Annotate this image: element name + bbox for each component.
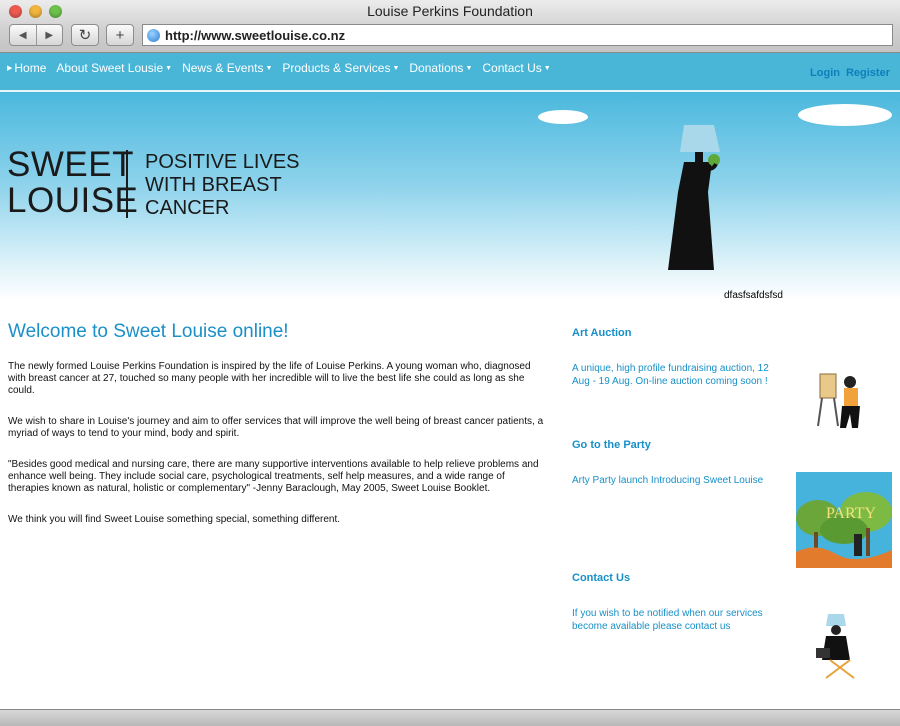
tagline-line: WITH BREAST	[145, 174, 282, 196]
hero-caption: dfasfsafdsfsd	[724, 290, 783, 301]
page-title: Welcome to Sweet Louise online!	[8, 321, 289, 342]
register-link[interactable]: Register	[846, 67, 890, 79]
address-bar[interactable]: http://www.sweetlouise.co.nz	[142, 24, 893, 46]
quote-paragraph: "Besides good medical and nursing care, …	[8, 459, 539, 494]
forward-button[interactable]: ▶	[35, 25, 63, 45]
nav-label: Contact Us	[482, 61, 542, 75]
caret-down-icon: ▼	[465, 65, 473, 72]
add-bookmark-button[interactable]: +	[106, 24, 134, 46]
address-text: http://www.sweetlouise.co.nz	[165, 27, 346, 43]
logo-word-louise: LOUISE	[7, 181, 139, 220]
caret-down-icon: ▼	[165, 65, 173, 72]
hero-banner: SWEET LOUISE POSITIVE LIVES WITH BREAST …	[0, 92, 900, 300]
reload-button[interactable]: ↻	[71, 24, 99, 46]
laptop-woman-illustration	[816, 614, 855, 679]
party-poster-image[interactable]: PARTY	[796, 472, 892, 568]
site-nav-bar: ▶ Home About Sweet Lousie ▼ News & Events ▼…	[0, 53, 900, 90]
window-title: Louise Perkins Foundation	[367, 3, 533, 19]
window-bottom-bar	[0, 709, 900, 726]
nav-label: Donations	[409, 61, 464, 75]
nav-label: News & Events	[182, 61, 264, 75]
nav-item-donations[interactable]: Donations ▼	[409, 61, 472, 75]
nav-item-contact[interactable]: Contact Us ▼	[482, 61, 550, 75]
party-text[interactable]: Arty Party launch Introducing Sweet Loui…	[572, 474, 782, 487]
art-auction-heading[interactable]: Art Auction	[572, 327, 631, 339]
globe-icon	[147, 28, 160, 42]
nav-item-news[interactable]: News & Events ▼	[182, 61, 272, 75]
art-auction-text[interactable]: A unique, high profile fundraising aucti…	[572, 362, 782, 388]
caret-down-icon: ▼	[543, 65, 551, 72]
back-button[interactable]: ◀	[10, 25, 36, 45]
logo-divider	[126, 150, 128, 218]
caret-down-icon: ▼	[265, 65, 273, 72]
contact-heading[interactable]: Contact Us	[572, 572, 630, 584]
intro-paragraph: The newly formed Louise Perkins Foundati…	[8, 361, 531, 396]
woman-illustration	[668, 125, 720, 270]
nav-label: About Sweet Lousie	[56, 61, 164, 75]
logo-tagline: POSITIVE LIVES WITH BREAST CANCER	[145, 151, 300, 220]
nav-item-products[interactable]: Products & Services ▼	[282, 61, 399, 75]
nav-item-home[interactable]: ▶ Home	[7, 61, 46, 75]
closing-paragraph: We think you will find Sweet Louise some…	[8, 514, 341, 525]
painter-illustration	[817, 373, 860, 428]
nav-label: Products & Services	[282, 61, 391, 75]
cloud-illustration	[798, 104, 892, 126]
cloud-illustration	[538, 110, 588, 124]
nav-item-about[interactable]: About Sweet Lousie ▼	[56, 61, 172, 75]
tagline-line: CANCER	[145, 197, 230, 219]
contact-text[interactable]: If you wish to be notified when our serv…	[572, 607, 782, 633]
bullet-icon: ▶	[7, 65, 13, 72]
history-buttons: ◀ ▶	[9, 24, 63, 46]
login-link[interactable]: Login	[810, 67, 840, 79]
logo-word-sweet: SWEET	[7, 145, 134, 184]
browser-toolbar: Louise Perkins Foundation ◀ ▶ ↻ + http:/…	[0, 0, 900, 53]
account-links: Login Register	[810, 67, 890, 79]
caret-down-icon: ▼	[392, 65, 400, 72]
tagline-line: POSITIVE LIVES	[145, 151, 300, 173]
nav-label: Home	[14, 61, 47, 75]
party-heading[interactable]: Go to the Party	[572, 439, 651, 451]
main-menu: ▶ Home About Sweet Lousie ▼ News & Events ▼…	[7, 61, 561, 75]
party-image-text: PARTY	[826, 505, 876, 522]
mission-paragraph: We wish to share in Louise's journey and…	[8, 416, 544, 439]
